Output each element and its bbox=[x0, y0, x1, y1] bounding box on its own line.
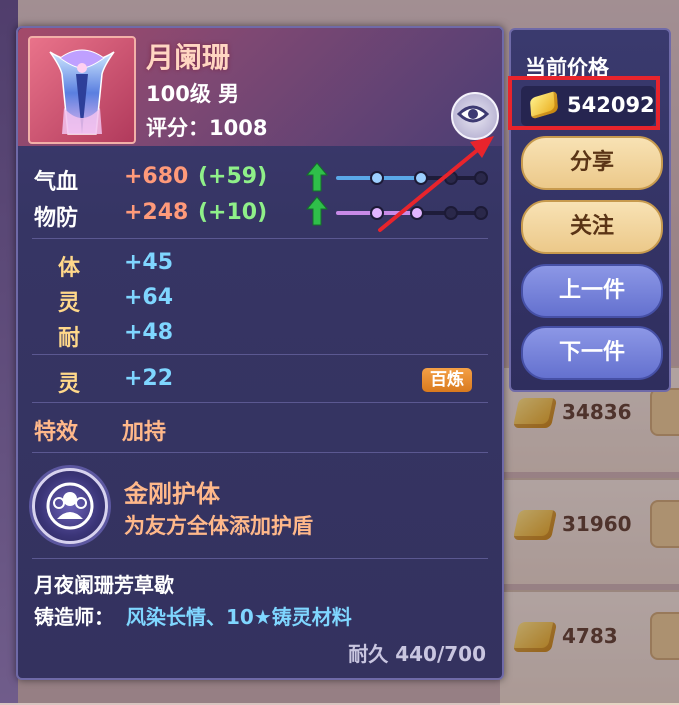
durability: 耐久 440/700 bbox=[348, 642, 486, 666]
skill-description: 为友方全体添加护盾 bbox=[124, 514, 313, 538]
prev-item-button[interactable]: 上一件 bbox=[521, 264, 663, 318]
attr-label: 灵 bbox=[58, 291, 81, 316]
attr-value: +64 bbox=[124, 285, 174, 310]
attr-label: 耐 bbox=[58, 326, 81, 351]
stat-bonus: (+10) bbox=[198, 200, 268, 225]
bar-dot bbox=[370, 206, 384, 220]
item-icon-frame bbox=[28, 36, 136, 144]
refine-value: +22 bbox=[124, 366, 174, 391]
bar-dot bbox=[474, 171, 488, 185]
preview-button[interactable] bbox=[451, 92, 499, 140]
refine-badge: 百炼 bbox=[422, 368, 472, 392]
shield-skill-icon bbox=[46, 482, 94, 530]
up-arrow-icon bbox=[306, 196, 328, 226]
bar-dot bbox=[444, 171, 458, 185]
stat-value: +680 bbox=[124, 164, 189, 189]
bar-dot bbox=[370, 171, 384, 185]
next-item-button[interactable]: 下一件 bbox=[521, 326, 663, 380]
item-level-gender: 100级 男 bbox=[146, 82, 240, 106]
maker-label: 铸造师： bbox=[34, 605, 114, 629]
flavor-text: 月夜阑珊芳草歇 bbox=[34, 573, 174, 597]
skill-icon-frame bbox=[32, 468, 108, 544]
skill-name: 金刚护体 bbox=[124, 480, 220, 508]
effect-value: 加持 bbox=[122, 420, 167, 445]
item-name: 月阑珊 bbox=[146, 41, 231, 74]
refine-label: 灵 bbox=[58, 372, 81, 397]
attr-label: 体 bbox=[58, 256, 81, 281]
bar-dot bbox=[474, 206, 488, 220]
share-button[interactable]: 分享 bbox=[521, 136, 663, 190]
bar-dot bbox=[444, 206, 458, 220]
stat-value: +248 bbox=[124, 200, 189, 225]
item-score: 评分：1008 bbox=[146, 116, 268, 140]
stat-label: 物防 bbox=[34, 206, 79, 231]
price-highlight-box bbox=[508, 76, 660, 130]
attr-value: +48 bbox=[124, 320, 174, 345]
eye-icon bbox=[456, 105, 490, 123]
divider bbox=[32, 238, 488, 239]
stat-bonus: (+59) bbox=[198, 164, 268, 189]
follow-button[interactable]: 关注 bbox=[521, 200, 663, 254]
bar-dot bbox=[410, 206, 424, 220]
maker-value: 风染长情、10★铸灵材料 bbox=[126, 605, 352, 629]
divider bbox=[32, 558, 488, 559]
item-detail-panel: 月阑珊 100级 男 评分：1008 气血 +680 (+59) 物防 +248… bbox=[16, 26, 504, 680]
effect-label: 特效 bbox=[34, 420, 79, 445]
divider bbox=[32, 402, 488, 403]
robe-item-icon bbox=[49, 49, 115, 135]
stat-label: 气血 bbox=[34, 170, 79, 195]
stat-compare-bar bbox=[336, 176, 482, 180]
stat-compare-bar bbox=[336, 211, 482, 215]
divider bbox=[32, 354, 488, 355]
bar-dot bbox=[414, 171, 428, 185]
up-arrow-icon bbox=[306, 162, 328, 192]
divider bbox=[32, 452, 488, 453]
attr-value: +45 bbox=[124, 250, 174, 275]
